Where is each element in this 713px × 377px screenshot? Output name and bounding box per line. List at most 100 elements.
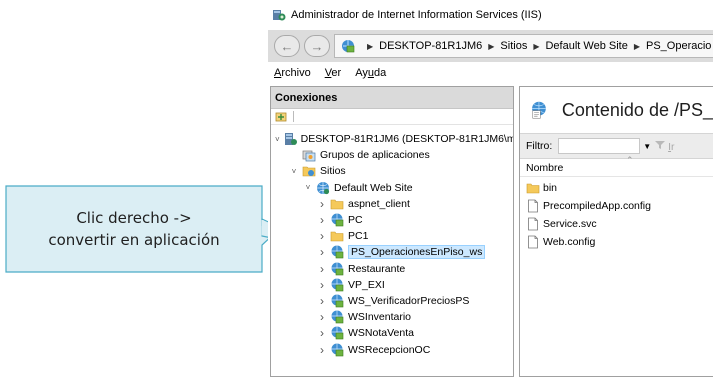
back-arrow-icon: ← [280, 38, 294, 54]
menu-file-label: rchivo [281, 67, 311, 79]
tree-node-label: VP_EXI [348, 278, 385, 291]
web-app-icon [330, 278, 344, 292]
content-title: Contenido de /PS_ [561, 99, 713, 120]
connections-toolbar [271, 109, 513, 125]
filter-label: Filtro: [526, 140, 553, 152]
tree-node[interactable]: › PC1 [271, 228, 513, 244]
expand-chevron-icon[interactable]: › [317, 213, 327, 227]
annotation-callout: Clic derecho -> convertir en aplicación [5, 185, 275, 273]
tree-node[interactable]: › PS_OperacionesEnPiso_ws [271, 244, 513, 260]
expand-chevron-icon[interactable]: › [317, 245, 327, 259]
tree-node[interactable]: ˅ Default Web Site [271, 180, 513, 196]
breadcrumb-item-site[interactable]: Default Web Site [545, 40, 627, 52]
tree-node[interactable]: › WS_VerificadorPreciosPS [271, 293, 513, 309]
file-name: bin [543, 182, 558, 194]
web-app-icon [330, 262, 344, 276]
folder-icon [526, 181, 540, 195]
file-icon [526, 199, 540, 213]
file-icon [526, 235, 540, 249]
content-header: Contenido de /PS_ [520, 87, 713, 133]
content-view-icon [532, 101, 546, 119]
web-app-icon [330, 294, 344, 308]
expand-chevron-icon[interactable]: › [317, 343, 327, 357]
breadcrumb-separator-icon: ▶ [533, 41, 540, 51]
go-filter-label: r [671, 140, 675, 153]
content-pane: Contenido de /PS_ Filtro: ▼ Ir ⌃ Nombre … [519, 86, 713, 377]
tree-node-label: Grupos de aplicaciones [320, 149, 430, 162]
tree-node[interactable]: › PC [271, 212, 513, 228]
tree-node[interactable]: › aspnet_client [271, 196, 513, 212]
tree-node[interactable]: ˅ DESKTOP-81R1JM6 (DESKTOP-81R1JM6\m [271, 131, 513, 147]
title-bar: Administrador de Internet Information Se… [268, 0, 713, 30]
menu-help-label-start: Ay [355, 67, 368, 79]
expand-chevron-icon[interactable]: › [317, 326, 327, 340]
forward-button[interactable]: → [304, 35, 330, 57]
tree-node[interactable]: › VP_EXI [271, 277, 513, 293]
file-list-item[interactable]: Service.svc [520, 215, 713, 233]
toolbar-divider [293, 111, 294, 122]
column-header-name[interactable]: ⌃ Nombre [520, 155, 713, 177]
funnel-icon [655, 140, 666, 149]
breadcrumb-separator-icon: ▶ [488, 41, 495, 51]
breadcrumb[interactable]: ▶ DESKTOP-81R1JM6 ▶ Sitios ▶ Default Web… [334, 34, 713, 58]
expand-chevron-icon[interactable]: › [317, 197, 327, 211]
back-button[interactable]: ← [274, 35, 300, 57]
callout-line-1: Clic derecho -> [76, 209, 192, 227]
web-app-icon [330, 213, 344, 227]
filter-dropdown-icon[interactable]: ▼ [643, 142, 651, 151]
file-list-item[interactable]: Web.config [520, 233, 713, 251]
file-list-item[interactable]: bin [520, 179, 713, 197]
web-app-icon [330, 310, 344, 324]
expand-chevron-icon[interactable]: › [317, 229, 327, 243]
tree-node-label: Default Web Site [334, 181, 413, 194]
breadcrumb-item-app[interactable]: PS_Operacio [646, 40, 711, 52]
web-app-icon [342, 40, 355, 53]
connections-pane: Conexiones ˅ DESKTOP-81R1JM6 (DESKTOP-81R… [270, 86, 514, 377]
folder-icon [330, 229, 344, 243]
breadcrumb-item-server[interactable]: DESKTOP-81R1JM6 [379, 40, 482, 52]
menu-help[interactable]: Ayuda [355, 67, 386, 79]
filter-input[interactable] [558, 138, 641, 154]
connections-header: Conexiones [271, 87, 513, 109]
web-app-icon [330, 245, 344, 259]
tree-node-label: Sitios [320, 165, 346, 178]
expand-chevron-icon[interactable]: › [317, 310, 327, 324]
breadcrumb-item-sites[interactable]: Sitios [500, 40, 527, 52]
callout-text: Clic derecho -> convertir en aplicación [5, 207, 263, 251]
sites-folder-icon [302, 164, 316, 178]
menu-help-label-end: da [373, 67, 387, 79]
collapse-chevron-icon[interactable]: ˅ [275, 135, 280, 144]
file-icon [526, 217, 540, 231]
address-bar: ← → ▶ DESKTOP-81R1JM6 ▶ Sitios ▶ Default… [268, 30, 713, 62]
tree-node[interactable]: › Restaurante [271, 261, 513, 277]
menu-view[interactable]: Ver [325, 67, 342, 79]
tree-node[interactable]: › WSNotaVenta [271, 325, 513, 341]
expand-chevron-icon[interactable]: › [317, 278, 327, 292]
filter-bar: Filtro: ▼ Ir [520, 133, 713, 159]
breadcrumb-separator-icon: ▶ [367, 41, 374, 51]
tree-node-label: PC1 [348, 230, 369, 243]
collapse-chevron-icon[interactable]: ˅ [303, 183, 313, 192]
tree-node[interactable]: ˅ Sitios [271, 163, 513, 179]
sort-arrow-icon: ⌃ [626, 155, 634, 165]
app-pools-icon [302, 148, 316, 162]
tree-node[interactable]: › WSInventario [271, 309, 513, 325]
connections-tree: ˅ DESKTOP-81R1JM6 (DESKTOP-81R1JM6\m Grupo… [271, 125, 513, 358]
menu-view-label: er [331, 67, 342, 79]
file-name: Web.config [543, 236, 596, 248]
tree-node-label: WSInventario [348, 311, 412, 324]
tree-node-label: WS_VerificadorPreciosPS [348, 294, 470, 307]
expand-chevron-icon[interactable]: › [317, 262, 327, 276]
menu-bar: Archivo Ver Ayuda [268, 62, 713, 84]
file-list: bin PrecompiledApp.config Service.svc Web.c… [520, 177, 713, 251]
web-app-icon [330, 326, 344, 340]
go-filter-button[interactable]: Ir [655, 140, 675, 153]
expand-chevron-icon[interactable]: › [317, 294, 327, 308]
tree-node[interactable]: Grupos de aplicaciones [271, 147, 513, 163]
tree-node[interactable]: › WSRecepcionOC [271, 341, 513, 357]
menu-file[interactable]: Archivo [274, 67, 311, 79]
file-list-item[interactable]: PrecompiledApp.config [520, 197, 713, 215]
forward-arrow-icon: → [310, 38, 324, 54]
collapse-chevron-icon[interactable]: ˅ [289, 167, 299, 176]
connect-icon[interactable] [275, 111, 289, 123]
